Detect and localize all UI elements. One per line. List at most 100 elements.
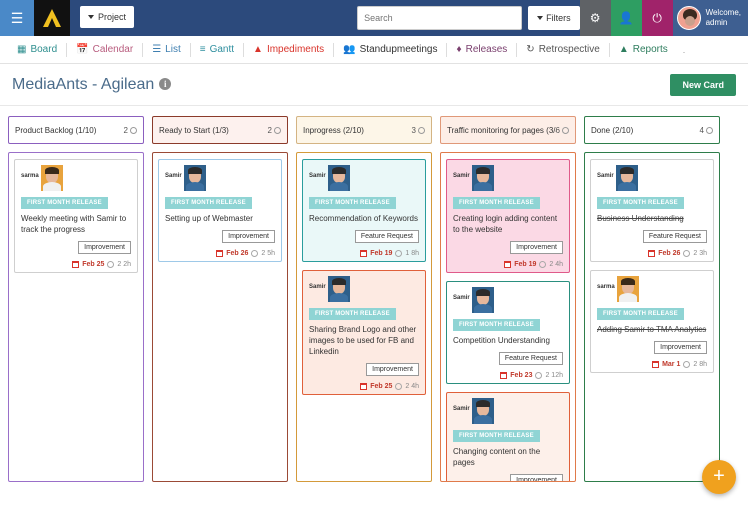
kanban-card[interactable]: Samir FIRST MONTH RELEASE Changing content… [446, 392, 570, 481]
card-due-date: Feb 19 [370, 250, 393, 257]
kanban-card[interactable]: Samir FIRST MONTH RELEASE Competition Unde… [446, 281, 570, 384]
tab-standupmeetings[interactable]: 👥 Standupmeetings [334, 44, 446, 55]
clock-icon [535, 372, 543, 379]
kanban-card[interactable]: sarma FIRST MONTH RELEASE Adding Samir to … [590, 270, 714, 373]
avatar [615, 165, 638, 191]
tab-calendar-label: Calendar [92, 44, 134, 55]
card-meta: Feb 26 2 3h [597, 247, 707, 257]
project-dropdown-button[interactable]: Project [80, 6, 135, 28]
kanban-card[interactable]: Samir FIRST MONTH RELEASE Business Underst… [590, 159, 714, 262]
card-type-badge: Improvement [78, 241, 131, 254]
clock-icon [251, 250, 259, 257]
gear-icon[interactable]: ⚙ [579, 0, 611, 36]
column-count: 4 [700, 126, 713, 135]
tab-calendar[interactable]: 📅 Calendar [67, 44, 142, 55]
release-badge: FIRST MONTH RELEASE [597, 308, 684, 320]
card-assignee-name: sarma [21, 173, 39, 179]
kanban-card[interactable]: Samir FIRST MONTH RELEASE Creating login a… [446, 159, 570, 273]
avatar [676, 6, 701, 30]
avatar [471, 165, 494, 191]
card-meta: Feb 26 2 5h [165, 247, 275, 257]
clock-icon [130, 126, 137, 134]
calendar-icon [360, 383, 368, 390]
release-badge: FIRST MONTH RELEASE [453, 430, 540, 442]
column-header[interactable]: Traffic monitoring for pages (3/4) 6 [440, 116, 576, 144]
top-navigation-bar: ☰ Project Filters ⚙ 👤 ⏻ Welcome, admin [0, 0, 748, 36]
tab-reports[interactable]: ▲ Reports [610, 44, 677, 55]
card-estimate: 2 2h [117, 261, 131, 268]
secondary-navigation-bar: ▦ Board 📅 Calendar ☰ List ≡ Gantt ▲ Impe… [0, 36, 748, 64]
agilean-logo-icon[interactable] [34, 0, 70, 36]
kanban-card[interactable]: Samir FIRST MONTH RELEASE Sharing Brand Lo… [302, 270, 426, 395]
card-due-date: Mar 1 [662, 361, 681, 368]
card-estimate: 2 8h [693, 361, 707, 368]
page-header: MediaAnts - Agilean i New Card [0, 64, 748, 106]
clock-icon [107, 261, 115, 268]
search-area: Filters [357, 6, 580, 30]
tab-reports-label: Reports [632, 44, 668, 55]
calendar-icon [500, 372, 508, 379]
column-title: Done (2/10) [591, 125, 634, 135]
chart-icon: ▲ [618, 44, 629, 55]
calendar-icon [216, 250, 224, 257]
card-header: Samir [309, 165, 419, 191]
release-badge: FIRST MONTH RELEASE [309, 197, 396, 209]
card-type-badge: Improvement [510, 474, 563, 481]
card-due-date: Feb 25 [82, 261, 105, 268]
hamburger-menu-icon[interactable]: ☰ [0, 0, 34, 36]
card-type-badge: Feature Request [642, 230, 707, 243]
column-title: Ready to Start (1/3) [159, 125, 229, 135]
tab-releases[interactable]: ♦ Releases [447, 44, 516, 55]
refresh-icon: ↻ [526, 44, 535, 55]
tab-retrospective[interactable]: ↻ Retrospective [517, 44, 609, 55]
release-badge: FIRST MONTH RELEASE [165, 197, 252, 209]
card-title: Competition Understanding [453, 336, 550, 345]
tab-gantt[interactable]: ≡ Gantt [191, 44, 243, 55]
card-title: Business Understanding [597, 214, 684, 223]
new-card-button[interactable]: New Card [670, 73, 736, 96]
column-count: 6 [556, 126, 569, 135]
plus-icon[interactable]: + [702, 460, 736, 494]
tab-board[interactable]: ▦ Board [8, 44, 66, 55]
tab-retrospective-label: Retrospective [538, 44, 600, 55]
card-header: Samir [165, 165, 275, 191]
column-card-list: sarma FIRST MONTH RELEASE Weekly meeting w… [8, 152, 144, 482]
column-header[interactable]: Done (2/10) 4 [584, 116, 720, 144]
column-header[interactable]: Ready to Start (1/3) 2 [152, 116, 288, 144]
welcome-username: admin [705, 18, 728, 27]
chevron-down-icon [88, 15, 94, 19]
kanban-card[interactable]: sarma FIRST MONTH RELEASE Weekly meeting w… [14, 159, 138, 273]
card-assignee-name: Samir [597, 173, 614, 179]
user-icon[interactable]: 👤 [610, 0, 642, 36]
clock-icon [539, 261, 547, 268]
card-meta: Mar 1 2 8h [597, 358, 707, 368]
grid-icon: ▦ [17, 44, 27, 55]
tab-list-label: List [165, 44, 181, 55]
card-meta: Feb 19 2 4h [453, 258, 563, 268]
board-column: Done (2/10) 4 Samir FIRST MONTH RELEASE Busi… [584, 116, 720, 482]
kanban-card[interactable]: Samir FIRST MONTH RELEASE Setting up of We… [158, 159, 282, 262]
tab-list[interactable]: ☰ List [143, 44, 190, 55]
column-header[interactable]: Product Backlog (1/10) 2 [8, 116, 144, 144]
chevron-down-icon [537, 16, 544, 20]
filters-dropdown-button[interactable]: Filters [528, 6, 580, 30]
card-meta: Feb 25 2 4h [309, 380, 419, 390]
power-icon[interactable]: ⏻ [641, 0, 673, 36]
clock-icon [395, 250, 403, 257]
kanban-card[interactable]: Samir FIRST MONTH RELEASE Recommendation o… [302, 159, 426, 262]
card-title: Changing content on the pages [453, 447, 541, 467]
info-icon[interactable]: i [159, 78, 172, 91]
column-count-value: 6 [555, 125, 560, 135]
card-title: Adding Samir to TMA Analytics [597, 325, 707, 334]
column-count-value: 2 [123, 125, 128, 135]
card-assignee-name: Samir [453, 173, 470, 179]
search-input[interactable] [357, 6, 523, 30]
card-assignee-name: sarma [597, 284, 615, 290]
user-profile-menu[interactable]: Welcome, admin [672, 0, 748, 36]
column-header[interactable]: Inprogress (2/10) 3 [296, 116, 432, 144]
tab-impediments[interactable]: ▲ Impediments [244, 44, 333, 55]
project-dropdown-label: Project [98, 12, 127, 22]
card-title: Weekly meeting with Samir to track the p… [21, 214, 127, 234]
card-title: Creating login adding content to the web… [453, 214, 558, 234]
